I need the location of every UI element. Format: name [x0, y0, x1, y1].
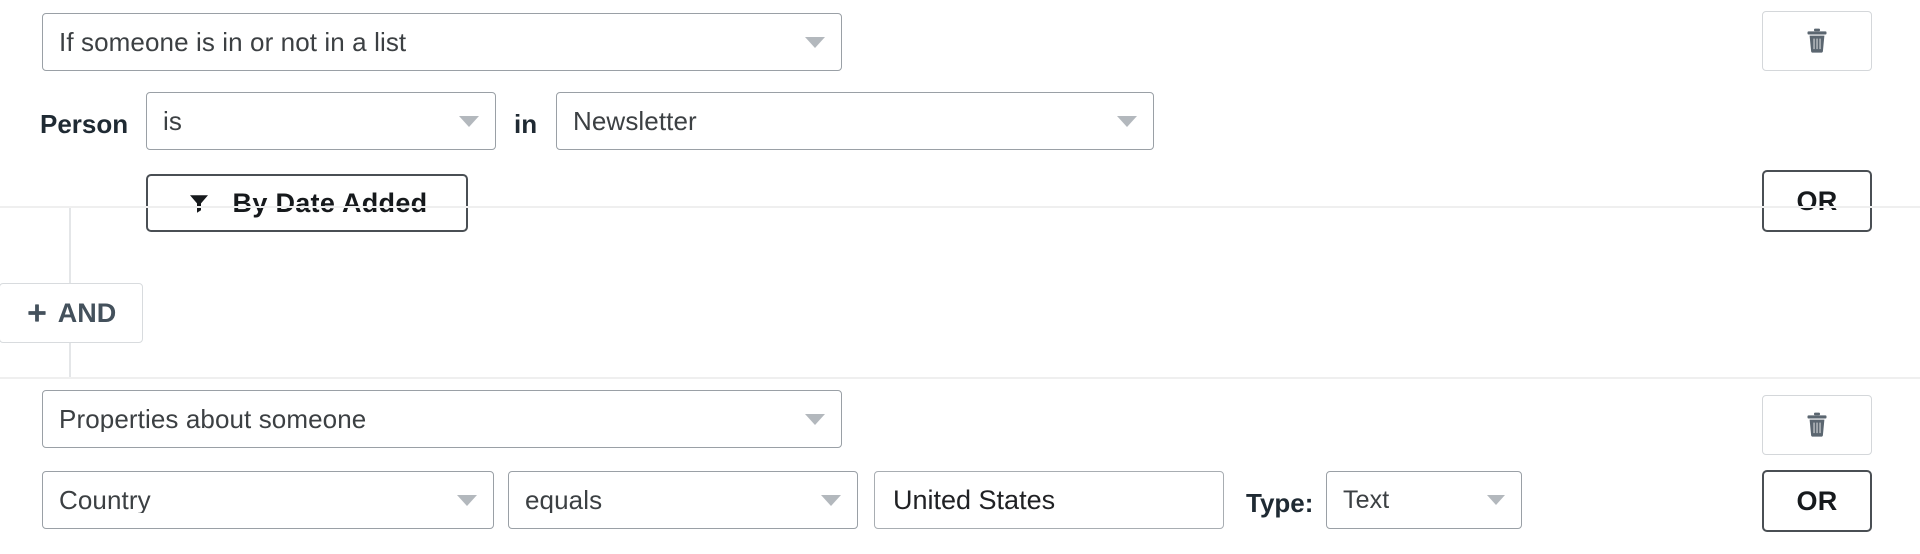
chevron-down-icon [457, 495, 477, 506]
person-in-label: in [514, 111, 537, 137]
condition-type-label-1: If someone is in or not in a list [59, 29, 795, 55]
condition-type-label-2: Properties about someone [59, 406, 795, 432]
block-divider-bottom [0, 377, 1920, 379]
value-type-label: Type: [1246, 490, 1313, 516]
chevron-down-icon [1487, 495, 1505, 505]
and-connector-line-upper [69, 208, 71, 284]
person-prefix-label: Person [40, 111, 128, 137]
trash-icon [1804, 27, 1830, 55]
chevron-down-icon [805, 414, 825, 425]
person-operator-value: is [163, 108, 449, 134]
add-and-group-label: AND [58, 298, 117, 329]
chevron-down-icon [1117, 116, 1137, 127]
property-operator-value: equals [525, 487, 811, 513]
or-button-1[interactable]: OR [1762, 170, 1872, 232]
condition-type-select-2[interactable]: Properties about someone [42, 390, 842, 448]
property-select-value: Country [59, 487, 447, 513]
by-date-added-label: By Date Added [233, 188, 428, 219]
property-value-input[interactable]: United States [874, 471, 1224, 529]
value-type-select[interactable]: Text [1326, 471, 1522, 529]
person-operator-select[interactable]: is [146, 92, 496, 150]
add-and-group-button[interactable]: AND [0, 283, 143, 343]
property-value-text: United States [893, 487, 1055, 514]
block-divider-top [0, 206, 1920, 208]
chevron-down-icon [821, 495, 841, 506]
or-button-2[interactable]: OR [1762, 470, 1872, 532]
plus-icon [26, 302, 48, 324]
property-select[interactable]: Country [42, 471, 494, 529]
list-select-value: Newsletter [573, 108, 1107, 134]
segment-builder: If someone is in or not in a list Person… [0, 0, 1920, 554]
funnel-icon [187, 191, 211, 215]
list-select[interactable]: Newsletter [556, 92, 1154, 150]
chevron-down-icon [459, 116, 479, 127]
trash-icon [1804, 411, 1830, 439]
and-connector-line-lower [69, 343, 71, 378]
or-button-label-1: OR [1796, 186, 1837, 217]
by-date-added-filter-button[interactable]: By Date Added [146, 174, 468, 232]
property-operator-select[interactable]: equals [508, 471, 858, 529]
chevron-down-icon [805, 37, 825, 48]
value-type-value: Text [1343, 488, 1477, 513]
or-button-label-2: OR [1796, 486, 1837, 517]
condition-type-select-1[interactable]: If someone is in or not in a list [42, 13, 842, 71]
delete-condition-button-1[interactable] [1762, 11, 1872, 71]
delete-condition-button-2[interactable] [1762, 395, 1872, 455]
